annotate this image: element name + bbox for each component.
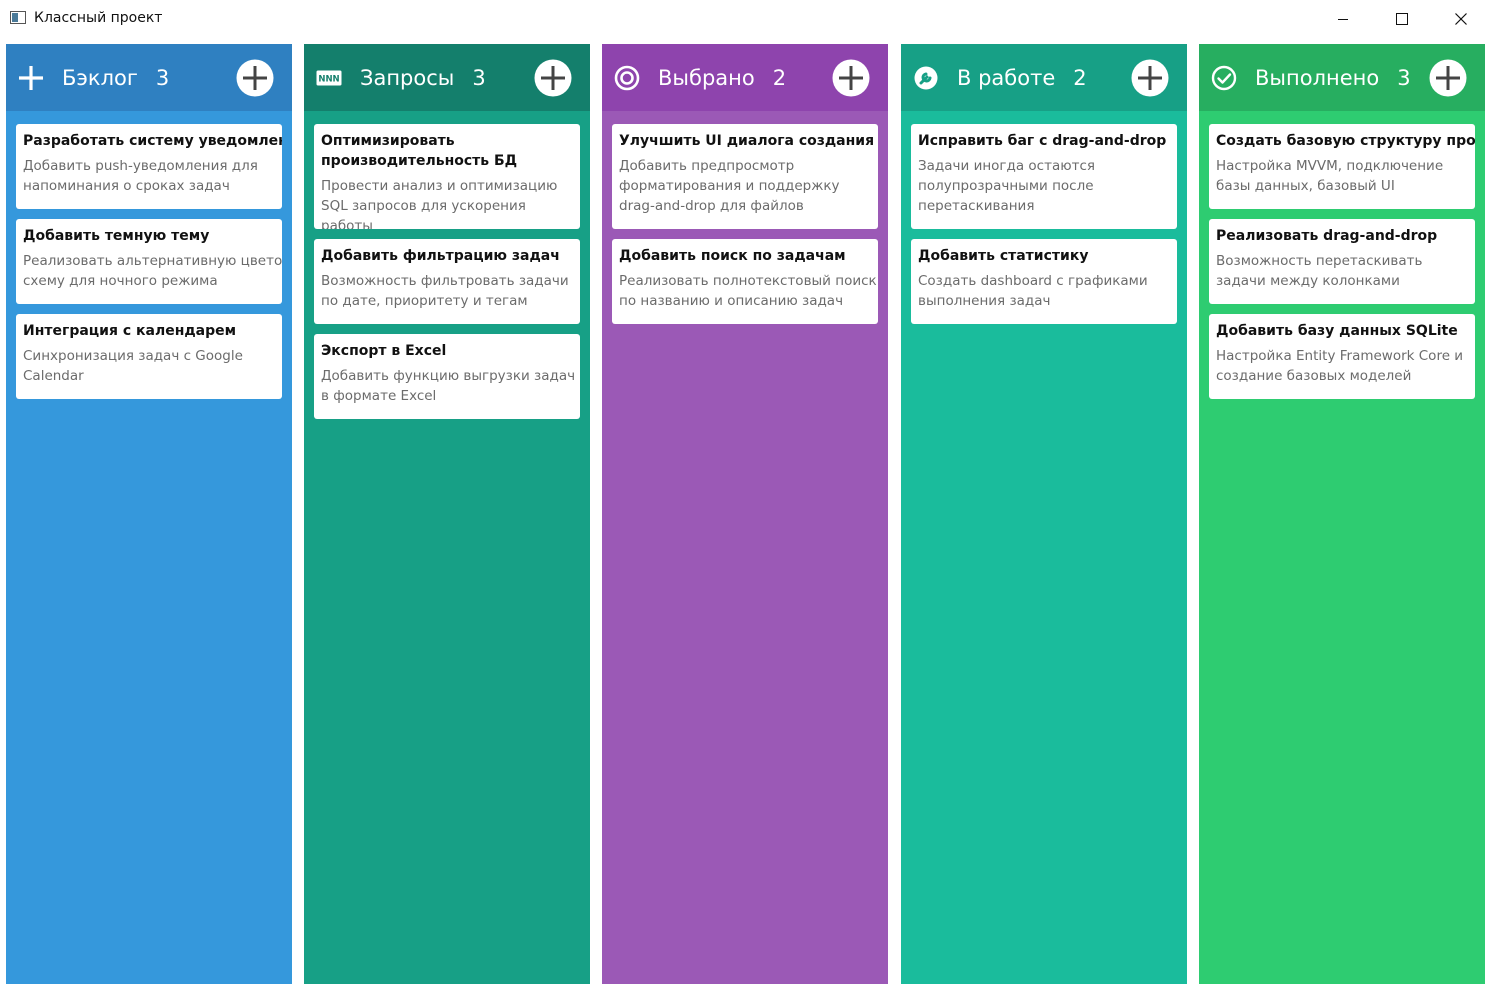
close-button[interactable] [1438, 0, 1484, 38]
task-card[interactable]: Создать базовую структуру проекта Настро… [1209, 124, 1475, 209]
column-header: Выполнено 3 [1199, 44, 1485, 111]
close-icon [1455, 13, 1467, 25]
add-task-button[interactable] [236, 59, 274, 97]
column-done: Выполнено 3 Создать базовую структуру про… [1199, 44, 1485, 984]
check-circle-icon [1211, 65, 1237, 91]
task-description: Возможность перетаскивать задачи между к… [1216, 253, 1423, 289]
add-task-button[interactable] [1429, 59, 1467, 97]
task-title: Добавить фильтрацию задач [321, 248, 560, 264]
column-title-text: В работе [957, 66, 1056, 90]
column-header: NNN Запросы 3 [304, 44, 590, 111]
column-count: 3 [1397, 66, 1411, 90]
task-title: Улучшить UI диалога создания задач [619, 133, 878, 149]
target-icon [614, 65, 640, 91]
task-title: Разработать систему уведомлений [23, 133, 282, 149]
column-title-text: Выбрано [658, 66, 755, 90]
task-description: Возможность фильтровать задачи по дате, … [321, 273, 569, 309]
task-title: Оптимизировать производительность БД [321, 133, 518, 169]
column-header: Бэклог 3 [6, 44, 292, 111]
column-title-text: Запросы [360, 66, 455, 90]
task-description: Реализовать альтернативную цветовую схем… [23, 253, 282, 289]
task-title: Интеграция с календарем [23, 323, 237, 339]
maximize-button[interactable] [1379, 0, 1425, 38]
column-count: 2 [1073, 66, 1087, 90]
column-header: Выбрано 2 [602, 44, 888, 111]
column-backlog: Бэклог 3 Разработать систему уведомлений … [6, 44, 292, 984]
task-description: Настройка Entity Framework Core и создан… [1216, 348, 1464, 384]
column-title: Выполнено 3 [1255, 64, 1411, 92]
task-title: Добавить темную тему [23, 228, 210, 244]
task-description: Добавить push-уведомления для напоминани… [23, 158, 258, 194]
column-in-progress: В работе 2 Исправить баг с drag-and-drop … [901, 44, 1187, 984]
column-header: В работе 2 [901, 44, 1187, 111]
task-card[interactable]: Добавить статистику Создать dashboard с … [911, 239, 1177, 324]
column-title-text: Бэклог [62, 66, 138, 90]
task-title: Добавить поиск по задачам [619, 248, 846, 264]
task-title: Исправить баг с drag-and-drop [918, 133, 1167, 149]
task-card[interactable]: Исправить баг с drag-and-drop Задачи ино… [911, 124, 1177, 229]
task-card[interactable]: Реализовать drag-and-drop Возможность пе… [1209, 219, 1475, 304]
task-title: Экспорт в Excel [321, 343, 447, 359]
column-title: В работе 2 [957, 64, 1087, 92]
column-count: 2 [772, 66, 787, 90]
task-card[interactable]: Добавить темную тему Реализовать альтерн… [16, 219, 282, 304]
minimize-button[interactable] [1320, 0, 1366, 38]
column-requests: NNN Запросы 3 Оптимизировать производител… [304, 44, 590, 984]
app-icon [10, 11, 26, 24]
task-description: Синхронизация задач с Google Calendar [23, 348, 243, 384]
task-card[interactable]: Улучшить UI диалога создания задач Добав… [612, 124, 878, 229]
column-selected: Выбрано 2 Улучшить UI диалога создания за… [602, 44, 888, 984]
maximize-icon [1396, 13, 1408, 25]
task-description: Добавить предпросмотр форматирования и п… [619, 158, 840, 214]
task-description: Провести анализ и оптимизацию SQL запрос… [321, 178, 558, 229]
task-card[interactable]: Добавить фильтрацию задач Возможность фи… [314, 239, 580, 324]
add-task-button[interactable] [832, 59, 870, 97]
kanban-board: Бэклог 3 Разработать систему уведомлений … [0, 38, 1492, 991]
task-card[interactable]: Добавить базу данных SQLite Настройка En… [1209, 314, 1475, 399]
column-count: 3 [155, 66, 170, 90]
task-description: Добавить функцию выгрузки задач в формат… [321, 368, 576, 404]
column-title: Бэклог 3 [62, 64, 169, 92]
add-task-button[interactable] [1131, 59, 1169, 97]
task-description: Задачи иногда остаются полупрозрачными п… [918, 158, 1096, 214]
task-title: Добавить базу данных SQLite [1216, 323, 1458, 339]
task-card[interactable]: Интеграция с календарем Синхронизация за… [16, 314, 282, 399]
column-count: 3 [472, 66, 486, 90]
task-title: Добавить статистику [918, 248, 1089, 264]
task-card[interactable]: Добавить поиск по задачам Реализовать по… [612, 239, 878, 324]
window-title: Классный проект [34, 10, 163, 26]
task-title: Создать базовую структуру проекта [1216, 133, 1475, 149]
task-description: Создать dashboard с графиками выполнения… [918, 273, 1148, 309]
task-card[interactable]: Оптимизировать производительность БД Про… [314, 124, 580, 229]
column-title: Выбрано 2 [658, 64, 786, 92]
task-card[interactable]: Экспорт в Excel Добавить функцию выгрузк… [314, 334, 580, 419]
minimize-icon [1338, 19, 1348, 20]
task-description: Реализовать полнотекстовый поиск по назв… [619, 273, 877, 309]
task-description: Настройка MVVM, подключение базы данных,… [1216, 158, 1444, 194]
window-titlebar: Классный проект [0, 0, 1492, 38]
wrench-icon [914, 66, 938, 90]
queue-icon: NNN [316, 70, 342, 86]
task-card[interactable]: Разработать систему уведомлений Добавить… [16, 124, 282, 209]
add-task-button[interactable] [534, 59, 572, 97]
column-title: Запросы 3 [360, 64, 486, 92]
task-title: Реализовать drag-and-drop [1216, 228, 1438, 244]
svg-text:NNN: NNN [318, 75, 339, 85]
plus-icon [19, 66, 43, 90]
column-title-text: Выполнено [1255, 66, 1380, 90]
